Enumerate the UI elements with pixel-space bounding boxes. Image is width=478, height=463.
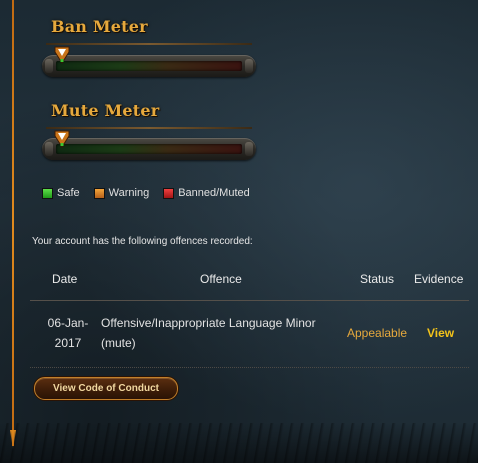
legend-item-safe: Safe (42, 187, 80, 199)
mute-meter-pointer-icon (54, 130, 70, 148)
legend-label-safe: Safe (57, 187, 80, 199)
header-status: Status (360, 272, 395, 286)
mute-meter-title: Mute Meter (51, 101, 160, 120)
meter-cap-left (45, 59, 53, 73)
ban-meter-rule (46, 43, 252, 45)
ban-meter-title: Ban Meter (51, 17, 148, 36)
offence-date-line1: 06-Jan- (47, 316, 89, 330)
legend-label-warning: Warning (108, 187, 150, 199)
ban-meter (42, 55, 256, 77)
ban-meter-pointer-icon (54, 46, 70, 64)
offence-description-line2: (mute) (101, 336, 136, 350)
offence-description: Offensive/Inappropriate Language Minor (… (101, 313, 341, 353)
ban-meter-track (56, 61, 242, 71)
offence-date: 06-Jan- 2017 (44, 313, 92, 353)
meter-cap-right (245, 142, 253, 156)
header-date: Date (52, 272, 78, 286)
meter-legend: Safe Warning Banned/Muted (42, 187, 264, 199)
safe-swatch-icon (42, 187, 53, 199)
view-evidence-link[interactable]: View (427, 323, 454, 343)
meter-cap-left (45, 142, 53, 156)
side-divider-line (12, 0, 14, 446)
offence-date-line2: 2017 (54, 336, 82, 350)
offence-description-line1: Offensive/Inappropriate Language Minor (101, 316, 316, 330)
table-row: 06-Jan- 2017 Offensive/Inappropriate Lan… (30, 301, 469, 368)
background-texture (0, 423, 478, 463)
mute-meter-rule (46, 127, 252, 129)
legend-item-warning: Warning (93, 187, 150, 199)
warning-swatch-icon (93, 187, 105, 199)
legend-label-banned: Banned/Muted (178, 187, 250, 199)
view-code-of-conduct-button[interactable]: View Code of Conduct (34, 377, 178, 400)
meter-cap-right (245, 59, 253, 73)
header-evidence: Evidence (414, 272, 464, 286)
legend-item-banned: Banned/Muted (163, 187, 250, 199)
mute-meter (42, 138, 256, 160)
header-offence: Offence (200, 272, 242, 286)
table-header: Date Offence Status Evidence (30, 262, 469, 301)
mute-meter-track (56, 144, 242, 154)
banned-swatch-icon (163, 187, 175, 199)
offences-table: Date Offence Status Evidence 06-Jan- 201… (30, 262, 469, 368)
offences-intro: Your account has the following offences … (32, 236, 253, 247)
offence-status: Appealable (347, 326, 408, 340)
